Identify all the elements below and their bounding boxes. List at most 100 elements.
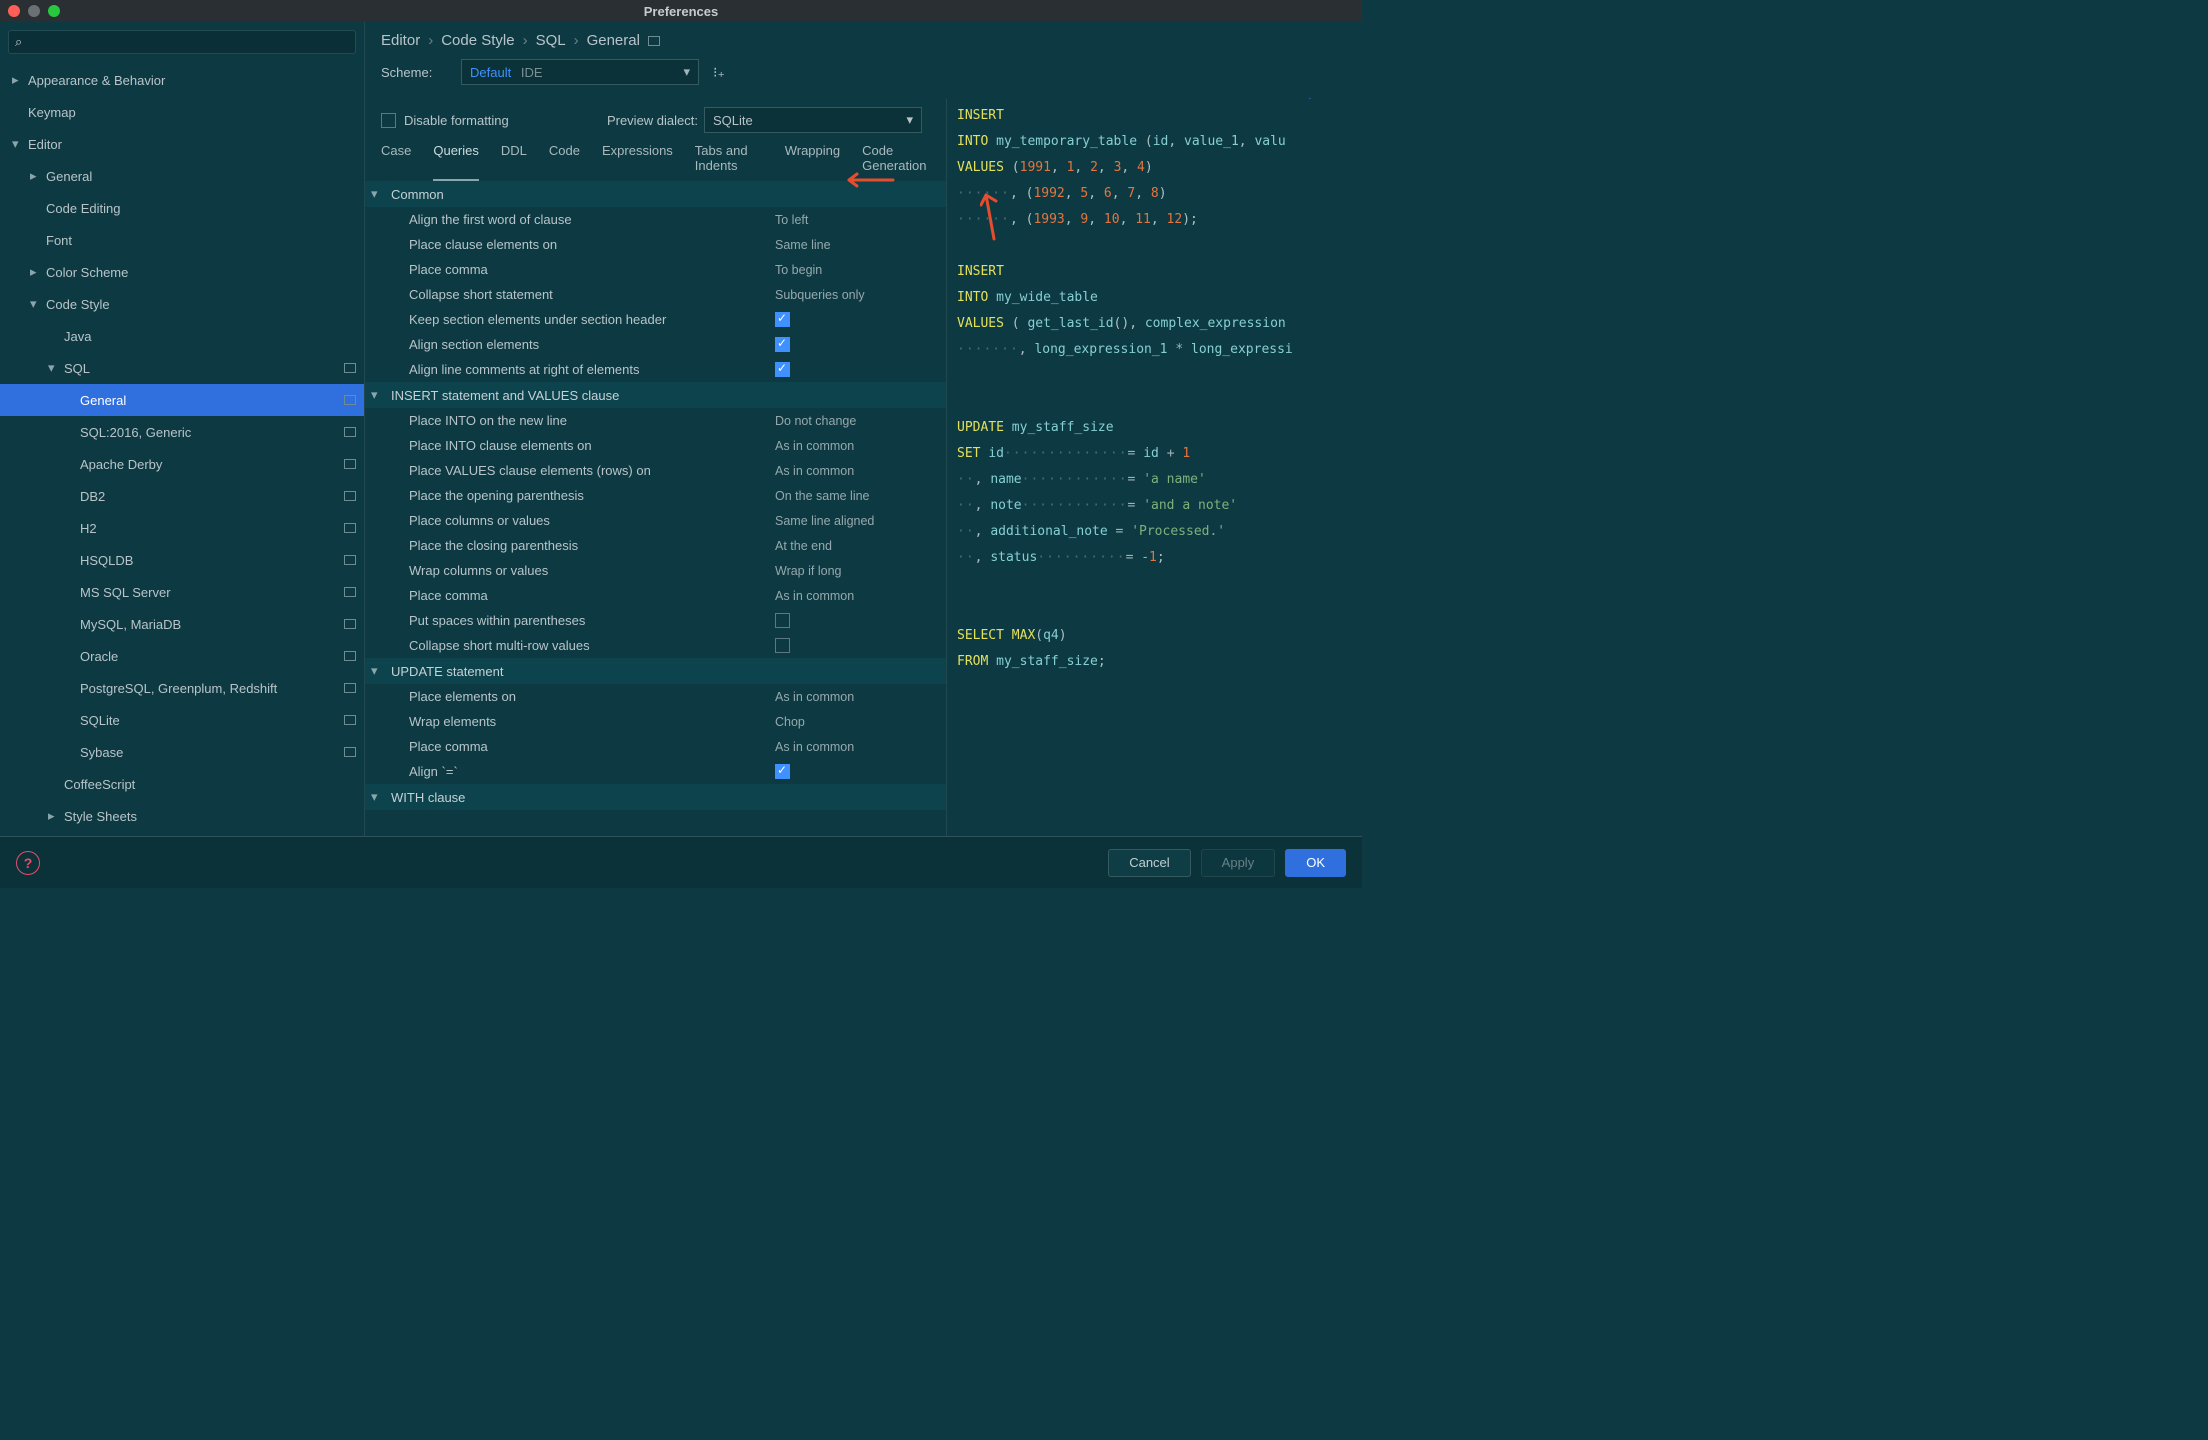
option-row[interactable]: Place INTO on the new lineDo not change — [365, 408, 946, 433]
checkbox-icon[interactable] — [775, 613, 790, 628]
checkbox-icon[interactable] — [775, 312, 790, 327]
sidebar-item[interactable]: SQL:2016, Generic — [0, 416, 364, 448]
tab[interactable]: Tabs and Indents — [695, 143, 763, 181]
option-row[interactable]: Put spaces within parentheses — [365, 608, 946, 633]
tabs: Case Queries DDL Code Expressions Tabs and In… — [365, 133, 946, 181]
option-row[interactable]: Place commaTo begin — [365, 257, 946, 282]
tab[interactable]: Queries — [433, 143, 479, 181]
chevron-down-icon — [371, 663, 385, 679]
sidebar: Appearance & BehaviorKeymapEditorGeneral… — [0, 22, 365, 836]
sidebar-item[interactable]: SQLite — [0, 704, 364, 736]
option-row[interactable]: Keep section elements under section head… — [365, 307, 946, 332]
checkbox-icon[interactable] — [775, 362, 790, 377]
tab[interactable]: Case — [381, 143, 411, 181]
chevron-right-icon — [12, 72, 26, 88]
breadcrumb-item[interactable]: Code Style — [441, 32, 514, 49]
sidebar-item[interactable]: Apache Derby — [0, 448, 364, 480]
chevron-down-icon — [30, 296, 44, 312]
preview-dialect-select[interactable]: SQLite ▾ — [704, 107, 922, 133]
option-row[interactable]: Align line comments at right of elements — [365, 357, 946, 382]
breadcrumb-item[interactable]: SQL — [536, 32, 566, 49]
option-label: Align section elements — [409, 337, 775, 352]
option-row[interactable]: Place clause elements onSame line — [365, 232, 946, 257]
gear-icon[interactable]: ⁝₊ — [713, 64, 725, 81]
disable-formatting[interactable]: Disable formatting — [381, 113, 509, 128]
option-row[interactable]: Place the opening parenthesisOn the same… — [365, 483, 946, 508]
option-label: Place INTO on the new line — [409, 413, 775, 428]
sidebar-item[interactable]: MySQL, MariaDB — [0, 608, 364, 640]
sidebar-item-label: SQL — [64, 361, 340, 376]
breadcrumb-item[interactable]: General — [587, 32, 640, 49]
sidebar-item[interactable]: Color Scheme — [0, 256, 364, 288]
tab[interactable]: Code Generation — [862, 143, 930, 181]
tab[interactable]: Code — [549, 143, 580, 181]
option-row[interactable]: Align section elements — [365, 332, 946, 357]
apply-button[interactable]: Apply — [1201, 849, 1276, 877]
option-row[interactable]: Align the first word of clauseTo left — [365, 207, 946, 232]
checkbox-icon[interactable] — [775, 764, 790, 779]
option-row[interactable]: Place columns or valuesSame line aligned — [365, 508, 946, 533]
option-label: Align `=` — [409, 764, 775, 779]
checkbox-icon[interactable] — [775, 337, 790, 352]
option-row[interactable]: Collapse short statementSubqueries only — [365, 282, 946, 307]
option-row[interactable]: Place INTO clause elements onAs in commo… — [365, 433, 946, 458]
sidebar-item[interactable]: General — [0, 384, 364, 416]
sidebar-item[interactable]: Keymap — [0, 96, 364, 128]
tab[interactable]: Expressions — [602, 143, 673, 181]
window-title: Preferences — [0, 4, 1362, 19]
tab[interactable]: DDL — [501, 143, 527, 181]
checkbox-icon[interactable] — [775, 638, 790, 653]
scope-badge-icon — [344, 587, 356, 597]
option-row[interactable]: Place elements onAs in common — [365, 684, 946, 709]
option-row[interactable]: Align `=` — [365, 759, 946, 784]
scheme-select[interactable]: Default IDE ▾ — [461, 59, 699, 85]
sidebar-item[interactable]: PostgreSQL, Greenplum, Redshift — [0, 672, 364, 704]
scope-badge-icon — [344, 427, 356, 437]
checkbox-icon[interactable] — [381, 113, 396, 128]
sidebar-item[interactable]: Code Editing — [0, 192, 364, 224]
option-label: Place INTO clause elements on — [409, 438, 775, 453]
ok-button[interactable]: OK — [1285, 849, 1346, 877]
scope-badge-icon — [344, 363, 356, 373]
sidebar-item[interactable]: Oracle — [0, 640, 364, 672]
option-row[interactable]: Place VALUES clause elements (rows) onAs… — [365, 458, 946, 483]
sidebar-item[interactable]: DB2 — [0, 480, 364, 512]
option-row[interactable]: Place commaAs in common — [365, 583, 946, 608]
option-row[interactable]: Wrap elementsChop — [365, 709, 946, 734]
sidebar-item[interactable]: Style Sheets — [0, 800, 364, 832]
breadcrumb-item[interactable]: Editor — [381, 32, 420, 49]
group-header[interactable]: Common — [365, 181, 946, 207]
group-header[interactable]: UPDATE statement — [365, 658, 946, 684]
sidebar-item[interactable]: HSQLDB — [0, 544, 364, 576]
scheme-label: Scheme: — [381, 65, 447, 80]
group-header[interactable]: INSERT statement and VALUES clause — [365, 382, 946, 408]
sidebar-item[interactable]: MS SQL Server — [0, 576, 364, 608]
sidebar-item[interactable]: Java — [0, 320, 364, 352]
search-input[interactable] — [8, 30, 356, 54]
sidebar-item[interactable]: Sybase — [0, 736, 364, 768]
sidebar-item[interactable]: CoffeeScript — [0, 768, 364, 800]
option-label: Align the first word of clause — [409, 212, 775, 227]
chevron-down-icon: ▾ — [906, 112, 913, 128]
option-value: On the same line — [775, 489, 870, 503]
tab[interactable]: Wrapping — [785, 143, 840, 181]
option-label: Wrap elements — [409, 714, 775, 729]
sidebar-item[interactable]: Editor — [0, 128, 364, 160]
sidebar-item-label: Code Style — [46, 297, 356, 312]
option-value: To begin — [775, 263, 822, 277]
sidebar-item[interactable]: General — [0, 160, 364, 192]
option-row[interactable]: Place commaAs in common — [365, 734, 946, 759]
group-header[interactable]: WITH clause — [365, 784, 946, 810]
help-icon[interactable]: ? — [16, 851, 40, 875]
option-row[interactable]: Wrap columns or valuesWrap if long — [365, 558, 946, 583]
sidebar-item[interactable]: Code Style — [0, 288, 364, 320]
sidebar-item[interactable]: H2 — [0, 512, 364, 544]
sidebar-item[interactable]: Font — [0, 224, 364, 256]
sidebar-item-label: Apache Derby — [80, 457, 340, 472]
option-row[interactable]: Collapse short multi-row values — [365, 633, 946, 658]
option-label: Place the closing parenthesis — [409, 538, 775, 553]
option-row[interactable]: Place the closing parenthesisAt the end — [365, 533, 946, 558]
cancel-button[interactable]: Cancel — [1108, 849, 1190, 877]
sidebar-item[interactable]: SQL — [0, 352, 364, 384]
sidebar-item[interactable]: Appearance & Behavior — [0, 64, 364, 96]
